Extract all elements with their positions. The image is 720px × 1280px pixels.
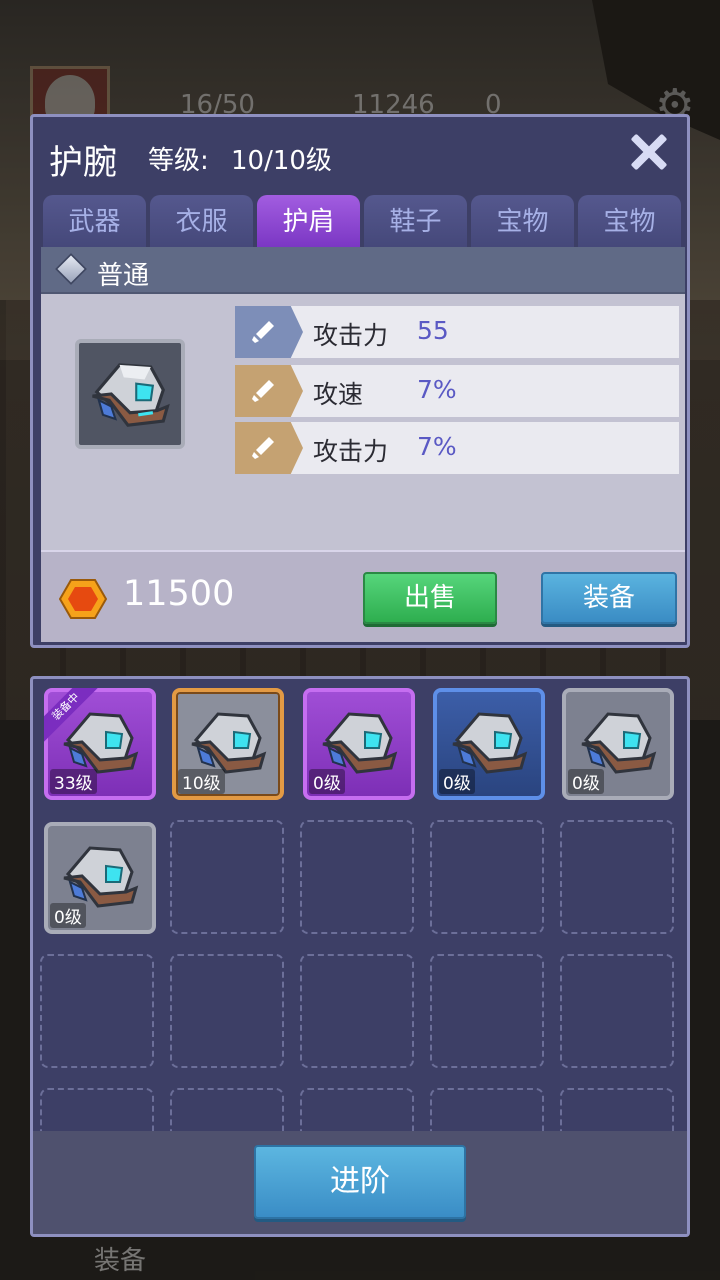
item-detail-area: 攻击力 55 攻速 7% 攻击力 7% (41, 294, 685, 550)
sword-icon (252, 380, 274, 402)
empty-slot[interactable] (430, 820, 544, 934)
close-icon[interactable] (623, 127, 673, 177)
tab-shoes[interactable]: 鞋子 (364, 195, 467, 247)
tab-clothes[interactable]: 衣服 (150, 195, 253, 247)
advance-button[interactable]: 进阶 (254, 1145, 466, 1219)
tab-weapon[interactable]: 武器 (43, 195, 146, 247)
sword-icon (252, 437, 274, 459)
empty-slot[interactable] (170, 954, 284, 1068)
equipment-tabs: 武器 衣服 护肩 鞋子 宝物 宝物 (43, 195, 683, 247)
inventory-item[interactable]: 10级 (172, 688, 284, 800)
inventory-panel: 装备中 33级 10级 0级 0级 0级 0级 进阶 (30, 676, 690, 1237)
background-tab-label: 装备 (94, 1246, 147, 1276)
inventory-item[interactable]: 0级 (44, 822, 156, 934)
sell-button[interactable]: 出售 (363, 572, 497, 624)
rarity-bar: 普通 (41, 247, 685, 294)
inventory-footer: 进阶 (33, 1131, 687, 1234)
level-label: 等级: (148, 146, 209, 176)
stat-value: 7% (417, 432, 457, 461)
item-detail-panel: 护腕 等级: 10/10级 武器 衣服 护肩 鞋子 宝物 宝物 普通 攻击力 5… (30, 114, 690, 648)
empty-slot[interactable] (300, 954, 414, 1068)
equip-button[interactable]: 装备 (541, 572, 677, 624)
item-level: 33级 (50, 769, 97, 794)
empty-slot[interactable] (170, 820, 284, 934)
gauntlet-icon (92, 363, 170, 427)
price-bar: 11500 出售 装备 (41, 550, 685, 642)
inventory-item[interactable]: 0级 (303, 688, 415, 800)
sell-price: 11500 (123, 574, 235, 614)
coin-icon (59, 579, 107, 619)
item-preview (75, 339, 185, 449)
inventory-item[interactable]: 0级 (562, 688, 674, 800)
stat-name: 攻击力 (313, 437, 389, 466)
stat-value: 55 (417, 316, 449, 345)
tab-shoulder[interactable]: 护肩 (257, 195, 360, 247)
sword-icon (252, 321, 274, 343)
tab-treasure-2[interactable]: 宝物 (578, 195, 681, 247)
level-value: 10/10级 (231, 146, 332, 176)
rarity-label: 普通 (97, 261, 150, 291)
empty-slot[interactable] (560, 820, 674, 934)
empty-slot[interactable] (430, 954, 544, 1068)
stat-value: 7% (417, 375, 457, 404)
inventory-item[interactable]: 装备中 33级 (44, 688, 156, 800)
empty-slot[interactable] (300, 820, 414, 934)
inventory-item[interactable]: 0级 (433, 688, 545, 800)
empty-slot[interactable] (560, 954, 674, 1068)
item-title: 护腕 (49, 143, 117, 183)
empty-slot[interactable] (40, 954, 154, 1068)
stat-badge (235, 365, 303, 417)
stat-row: 攻击力 55 (235, 306, 679, 358)
diamond-icon (55, 253, 87, 285)
item-level: 0级 (439, 769, 475, 794)
item-level: 10级 (178, 769, 225, 794)
stat-badge (235, 306, 303, 358)
item-level: 0级 (50, 903, 86, 928)
stat-row: 攻击力 7% (235, 422, 679, 474)
stat-name: 攻速 (313, 380, 364, 409)
item-level: 0级 (309, 769, 345, 794)
item-level: 0级 (568, 769, 604, 794)
tab-treasure-1[interactable]: 宝物 (471, 195, 574, 247)
stat-name: 攻击力 (313, 321, 389, 350)
stat-badge (235, 422, 303, 474)
stat-row: 攻速 7% (235, 365, 679, 417)
